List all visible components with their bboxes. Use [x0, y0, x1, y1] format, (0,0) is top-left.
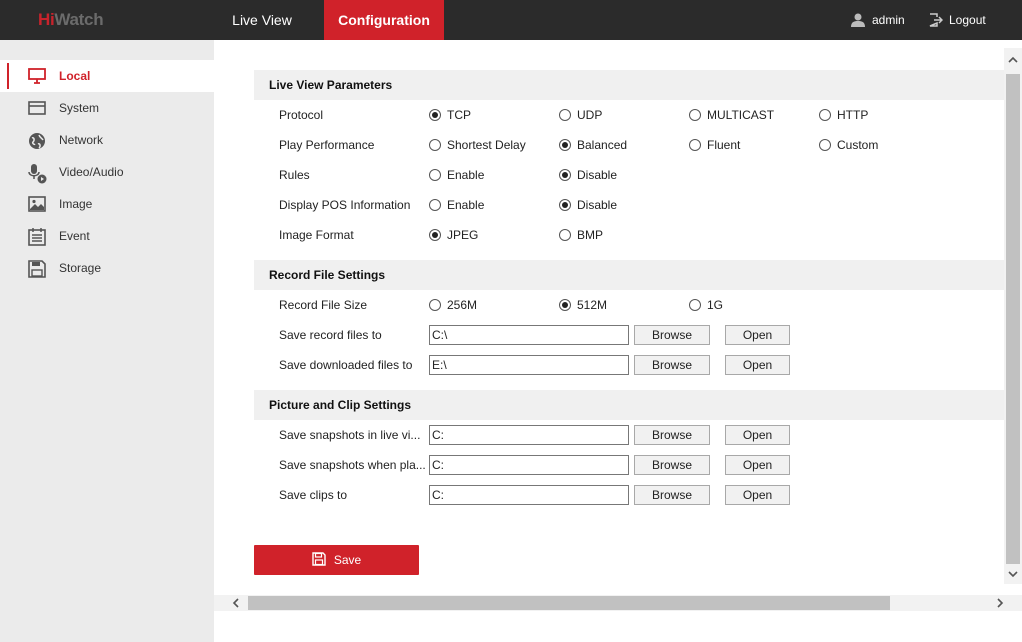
sidebar-item-label: Event	[59, 229, 90, 243]
logout-button[interactable]: Logout	[929, 0, 986, 40]
sidebar-item-image[interactable]: Image	[0, 188, 214, 220]
logout-icon	[929, 13, 943, 27]
radio-perf-shortest-delay[interactable]: Shortest Delay	[429, 138, 526, 152]
user-account[interactable]: admin	[850, 0, 905, 40]
browse-button[interactable]: Browse	[634, 485, 710, 505]
clips-path-input[interactable]	[429, 485, 629, 505]
monitor-icon	[28, 68, 46, 84]
browse-button[interactable]: Browse	[634, 455, 710, 475]
scroll-up-icon[interactable]	[1007, 54, 1019, 66]
vertical-scrollbar[interactable]	[1004, 48, 1022, 584]
save-snapshots-live-label: Save snapshots in live vi...	[279, 428, 421, 442]
section-live-view-parameters: Live View Parameters	[254, 70, 1004, 100]
open-button[interactable]: Open	[725, 485, 790, 505]
radio-perf-custom[interactable]: Custom	[819, 138, 878, 152]
image-icon	[28, 196, 46, 212]
save-record-label: Save record files to	[279, 328, 382, 342]
scroll-left-icon[interactable]	[230, 597, 242, 609]
play-performance-label: Play Performance	[279, 138, 375, 152]
radio-size-512m[interactable]: 512M	[559, 298, 607, 312]
horizontal-scrollbar[interactable]	[214, 595, 1022, 611]
tab-live-view[interactable]: Live View	[214, 0, 310, 40]
browse-button[interactable]: Browse	[634, 425, 710, 445]
radio-size-1g[interactable]: 1G	[689, 298, 723, 312]
globe-icon	[28, 132, 46, 149]
open-button[interactable]: Open	[725, 325, 790, 345]
top-bar: HiWatch Live View Configuration admin Lo…	[0, 0, 1022, 40]
sidebar-item-label: Local	[59, 69, 91, 83]
save-icon	[312, 551, 326, 569]
snap-live-path-input[interactable]	[429, 425, 629, 445]
radio-protocol-tcp[interactable]: TCP	[429, 108, 471, 122]
radio-format-jpeg[interactable]: JPEG	[429, 228, 478, 242]
sidebar: Local System Network Video/Audio Image E…	[0, 40, 214, 642]
save-clips-label: Save clips to	[279, 488, 348, 502]
sidebar-item-label: Image	[59, 197, 93, 211]
open-button[interactable]: Open	[725, 355, 790, 375]
hiwatch-logo: HiWatch	[38, 10, 104, 29]
sidebar-item-label: System	[59, 101, 100, 115]
vertical-scroll-thumb[interactable]	[1006, 74, 1020, 564]
sidebar-item-label: Storage	[59, 261, 102, 275]
sidebar-item-event[interactable]: Event	[0, 220, 214, 252]
save-label: Save	[333, 553, 362, 567]
radio-perf-fluent[interactable]: Fluent	[689, 138, 740, 152]
snap-playback-path-input[interactable]	[429, 455, 629, 475]
user-icon	[850, 13, 866, 27]
browse-button[interactable]: Browse	[634, 355, 710, 375]
microphone-icon	[28, 164, 47, 184]
display-pos-label: Display POS Information	[279, 198, 411, 212]
logout-label: Logout	[949, 13, 986, 27]
sidebar-item-label: Network	[59, 133, 104, 147]
scroll-right-icon[interactable]	[994, 597, 1006, 609]
radio-rules-enable[interactable]: Enable	[429, 168, 484, 182]
radio-perf-balanced[interactable]: Balanced	[559, 138, 627, 152]
radio-rules-disable[interactable]: Disable	[559, 168, 617, 182]
sidebar-item-local[interactable]: Local	[0, 60, 214, 92]
radio-size-256m[interactable]: 256M	[429, 298, 477, 312]
username: admin	[872, 13, 905, 27]
radio-protocol-multicast[interactable]: MULTICAST	[689, 108, 774, 122]
browse-button[interactable]: Browse	[634, 325, 710, 345]
tab-configuration[interactable]: Configuration	[324, 0, 444, 40]
save-button[interactable]: Save	[254, 545, 419, 575]
radio-pos-disable[interactable]: Disable	[559, 198, 617, 212]
section-picture-clip-settings: Picture and Clip Settings	[254, 390, 1004, 420]
open-button[interactable]: Open	[725, 455, 790, 475]
image-format-label: Image Format	[279, 228, 354, 242]
sidebar-item-label: Video/Audio	[59, 165, 124, 179]
save-downloaded-path-input[interactable]	[429, 355, 629, 375]
protocol-label: Protocol	[279, 108, 324, 122]
sidebar-item-video-audio[interactable]: Video/Audio	[0, 156, 214, 188]
calendar-icon	[28, 228, 46, 246]
rules-label: Rules	[279, 168, 310, 182]
save-record-path-input[interactable]	[429, 325, 629, 345]
sidebar-item-system[interactable]: System	[0, 92, 214, 124]
sidebar-item-storage[interactable]: Storage	[0, 252, 214, 284]
scroll-down-icon[interactable]	[1007, 568, 1019, 580]
record-file-size-label: Record File Size	[279, 298, 368, 312]
radio-format-bmp[interactable]: BMP	[559, 228, 603, 242]
radio-protocol-http[interactable]: HTTP	[819, 108, 868, 122]
save-snapshots-playback-label: Save snapshots when pla...	[279, 458, 426, 472]
sidebar-item-network[interactable]: Network	[0, 124, 214, 156]
radio-pos-enable[interactable]: Enable	[429, 198, 484, 212]
save-downloaded-label: Save downloaded files to	[279, 358, 413, 372]
storage-icon	[28, 260, 46, 278]
settings-panel: Live View Parameters Protocol TCP UDP MU…	[214, 40, 1022, 642]
horizontal-scroll-thumb[interactable]	[248, 596, 890, 610]
window-icon	[28, 100, 46, 116]
radio-protocol-udp[interactable]: UDP	[559, 108, 602, 122]
section-record-file-settings: Record File Settings	[254, 260, 1004, 290]
open-button[interactable]: Open	[725, 425, 790, 445]
